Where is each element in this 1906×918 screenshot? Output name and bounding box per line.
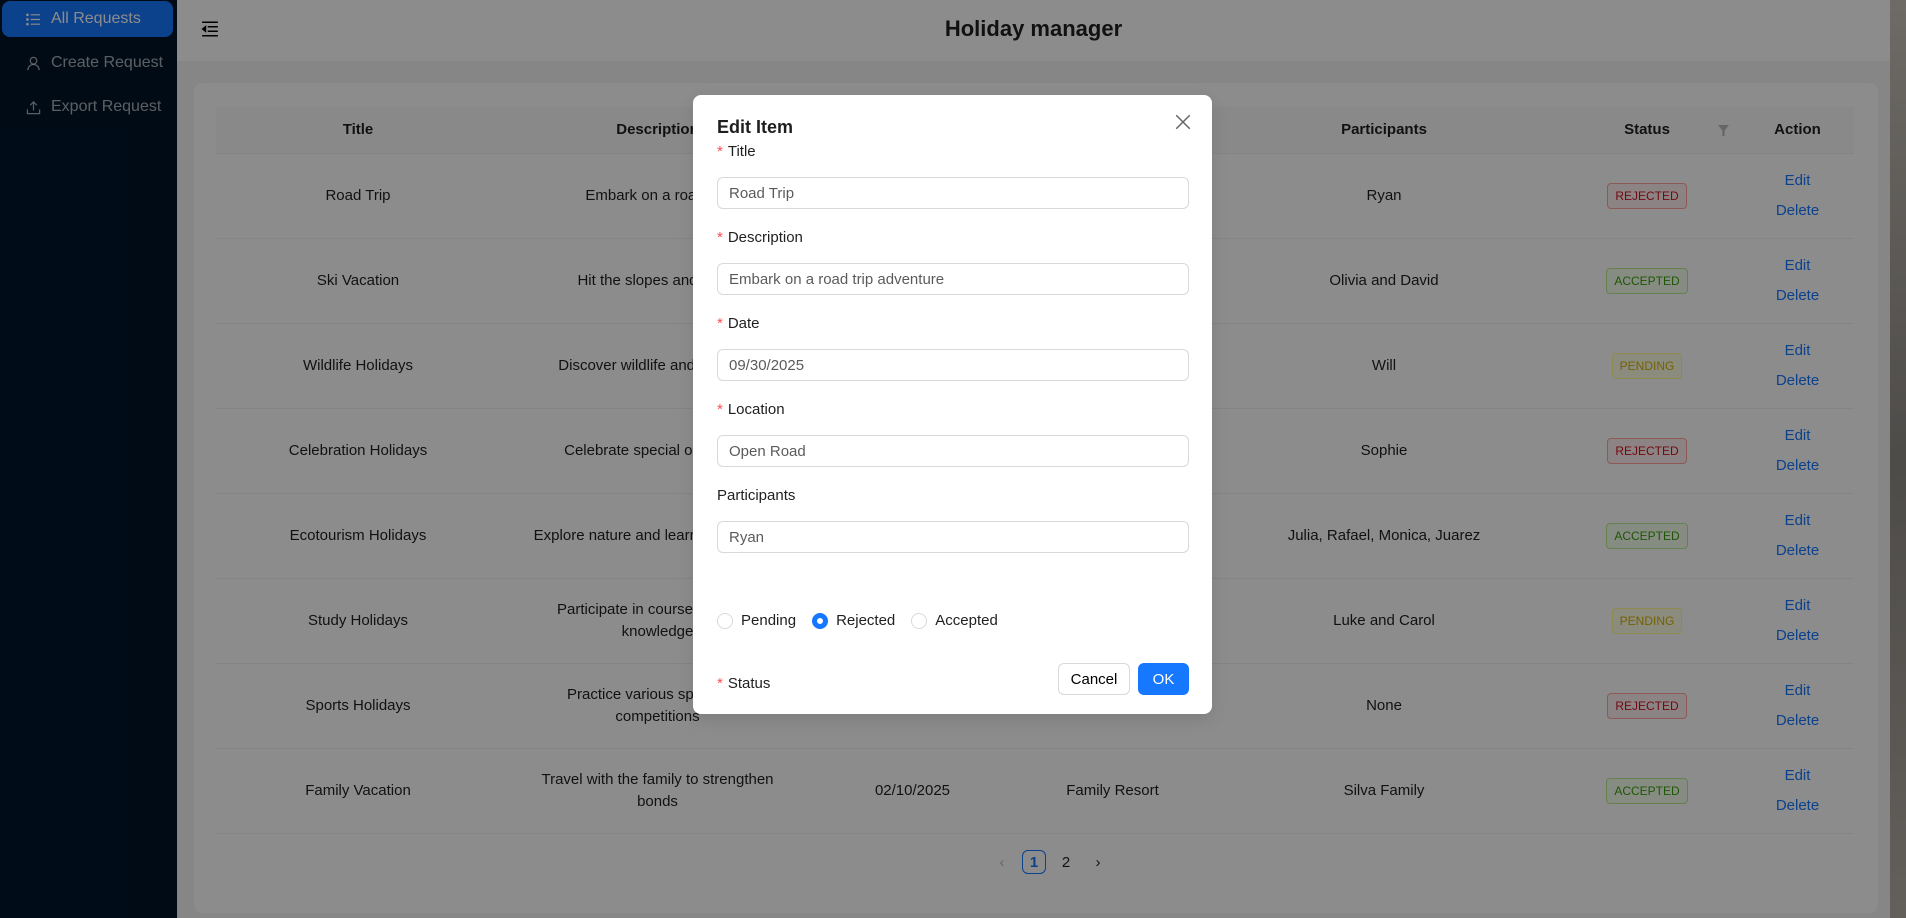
ok-button[interactable]: OK [1138, 663, 1189, 695]
input-value: Ryan [729, 528, 765, 546]
modal-title: Edit Item [717, 117, 794, 137]
location-input[interactable]: Open Road [717, 435, 1189, 467]
input-value: Embark on a road trip adventure [729, 270, 945, 288]
field-label: * Date [717, 315, 760, 332]
cancel-button[interactable]: Cancel [1058, 663, 1130, 695]
input-value: 09/30/2025 [729, 356, 805, 374]
edit-item-modal: Edit Item * Title Road Trip * Description E… [693, 95, 1212, 714]
field-label: * Location [717, 401, 785, 418]
status-radio-group: Pending Rejected Accepted [717, 612, 998, 629]
radio-icon[interactable] [911, 612, 928, 629]
input-value: Road Trip [729, 184, 795, 202]
date-input[interactable]: 09/30/2025 [717, 349, 1189, 381]
field-label: Participants [717, 487, 796, 504]
status-label: * Status [717, 675, 771, 692]
radio-icon[interactable] [812, 612, 829, 629]
status-radio-accepted[interactable]: Accepted [911, 612, 998, 629]
input-value: Open Road [729, 442, 806, 460]
status-radio-rejected[interactable]: Rejected [812, 612, 895, 629]
status-radio-pending[interactable]: Pending [717, 612, 796, 629]
description-input[interactable]: Embark on a road trip adventure [717, 263, 1189, 295]
close-icon[interactable] [1174, 113, 1192, 131]
participants-input[interactable]: Ryan [717, 521, 1189, 553]
title-input[interactable]: Road Trip [717, 177, 1189, 209]
field-label: * Title [717, 143, 756, 160]
field-label: * Description [717, 229, 803, 246]
radio-icon[interactable] [717, 612, 733, 629]
